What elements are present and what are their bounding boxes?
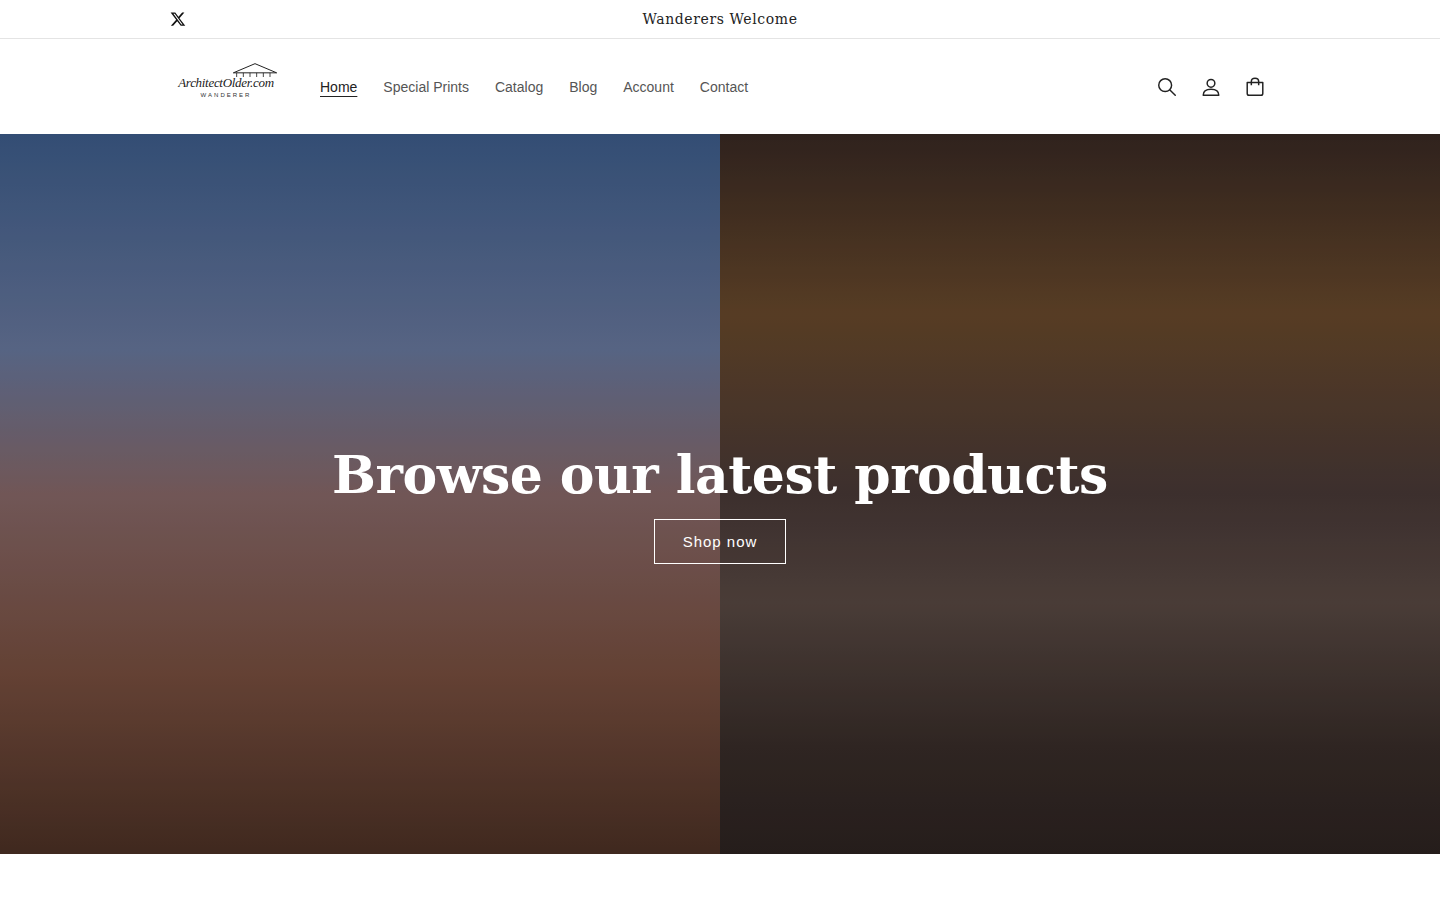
search-button[interactable]	[1152, 72, 1182, 102]
nav-item[interactable]: Account	[621, 75, 676, 99]
account-icon	[1200, 76, 1222, 98]
hero-banner: Browse our latest products Shop now	[0, 134, 1440, 854]
nav-item[interactable]: Home	[318, 75, 359, 99]
cart-icon	[1244, 76, 1266, 98]
announcement-text: Wanderers Welcome	[642, 11, 797, 27]
nav-item[interactable]: Catalog	[493, 75, 545, 99]
x-link[interactable]	[170, 11, 186, 27]
logo-tagline: WANDERER	[201, 92, 252, 98]
shop-now-button[interactable]: Shop now	[654, 519, 787, 564]
nav-item[interactable]: Special Prints	[381, 75, 471, 99]
hero-content: Browse our latest products Shop now	[0, 134, 1440, 854]
page: Wanderers Welcome ArchitectOlder.comWANDE…	[0, 0, 1440, 900]
header-icons	[1152, 72, 1270, 102]
header: ArchitectOlder.comWANDERER Home Special Pr…	[0, 39, 1440, 134]
main-nav: Home Special Prints Catalog Blog Account Cont…	[318, 75, 750, 99]
temple-roof-icon	[230, 61, 280, 78]
account-button[interactable]	[1196, 72, 1226, 102]
nav-item[interactable]: Contact	[698, 75, 750, 99]
logo-name: ArchitectOlder.com	[178, 75, 274, 91]
hero-heading: Browse our latest products	[332, 444, 1108, 505]
announcement-bar: Wanderers Welcome	[0, 0, 1440, 39]
logo[interactable]: ArchitectOlder.comWANDERER	[170, 75, 282, 98]
nav-item[interactable]: Blog	[567, 75, 599, 99]
x-icon	[170, 11, 186, 27]
search-icon	[1156, 76, 1178, 98]
cart-button[interactable]	[1240, 72, 1270, 102]
